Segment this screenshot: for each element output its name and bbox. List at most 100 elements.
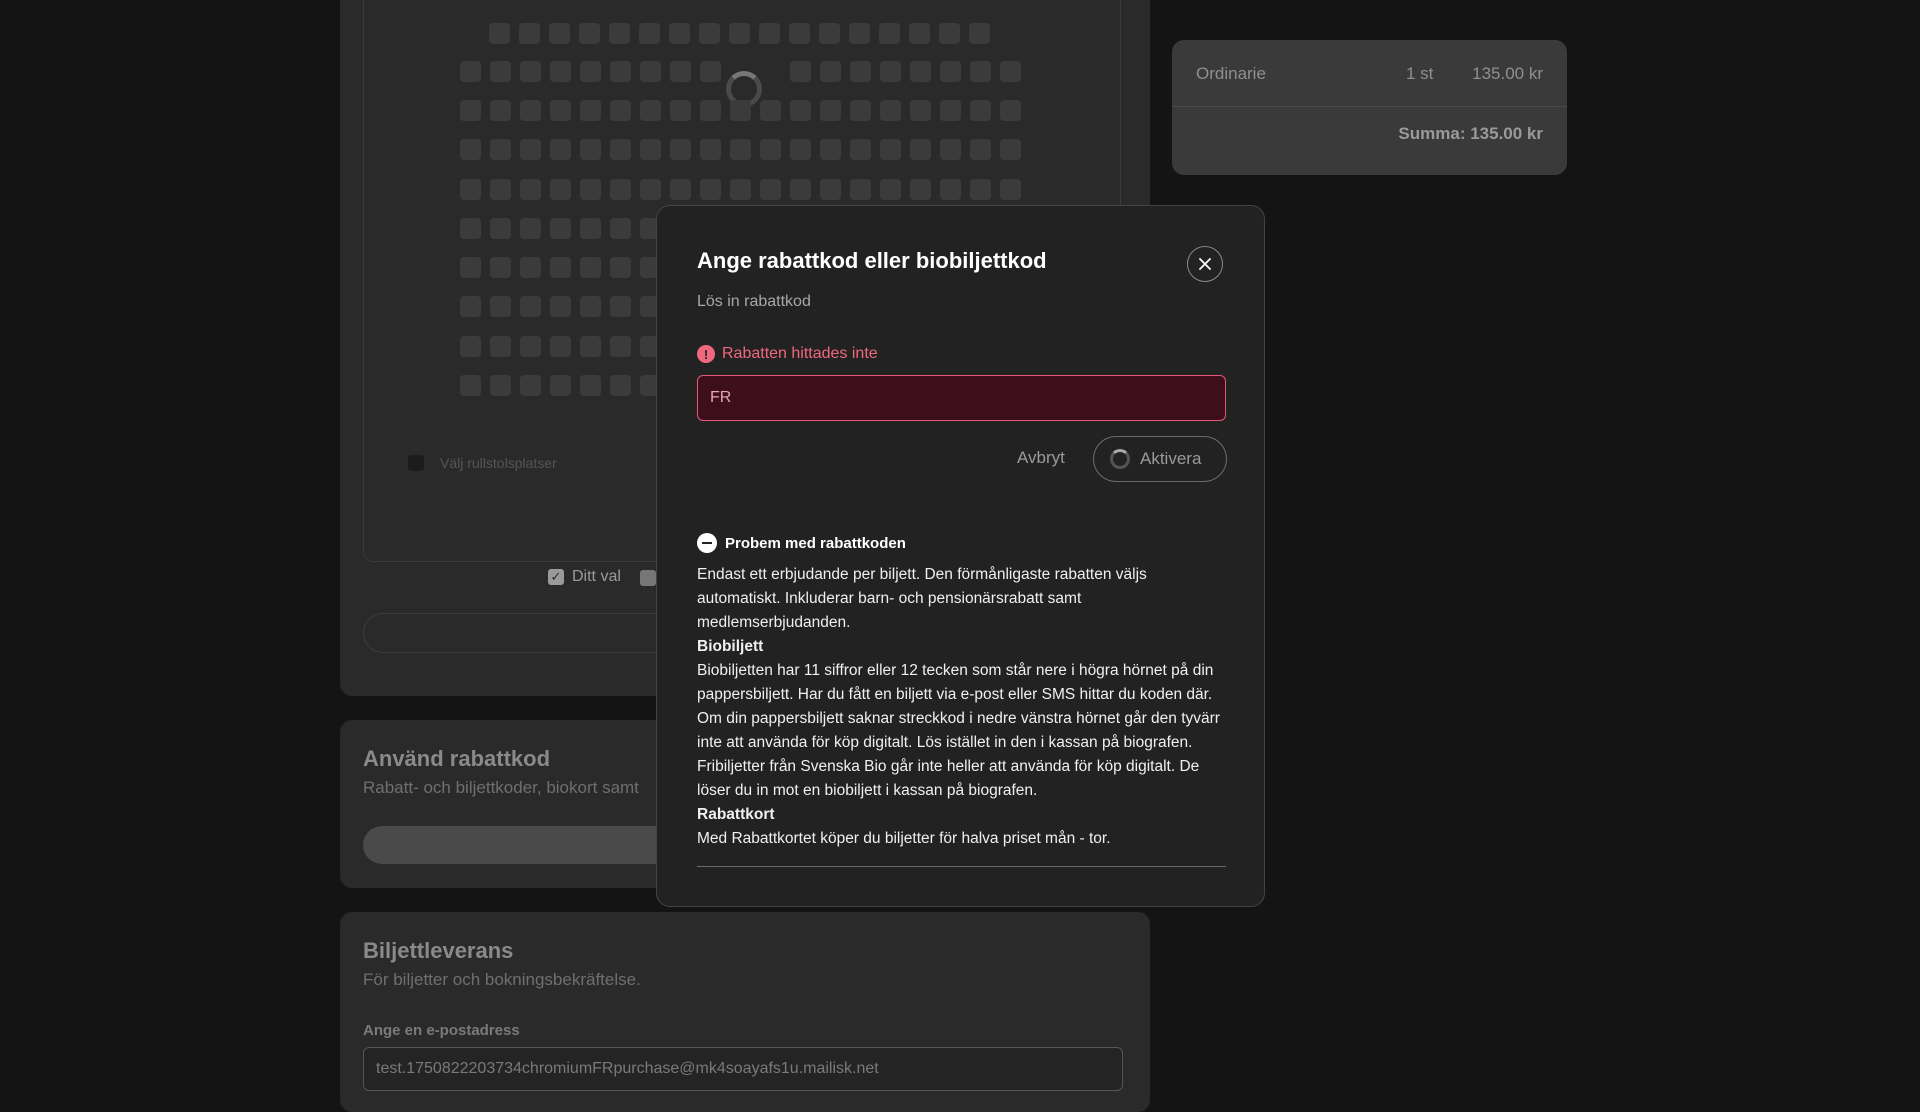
seat[interactable]: [880, 100, 901, 121]
seat[interactable]: [520, 218, 541, 239]
seat[interactable]: [490, 139, 511, 160]
activate-button[interactable]: Aktivera: [1093, 436, 1227, 482]
seat[interactable]: [460, 139, 481, 160]
seat[interactable]: [880, 61, 901, 82]
seat[interactable]: [820, 139, 841, 160]
cancel-button[interactable]: Avbryt: [1017, 446, 1065, 470]
seat[interactable]: [490, 336, 511, 357]
seat[interactable]: [520, 139, 541, 160]
seat[interactable]: [520, 375, 541, 396]
seat[interactable]: [669, 23, 690, 44]
seat[interactable]: [850, 139, 871, 160]
seat[interactable]: [730, 100, 751, 121]
close-button[interactable]: [1187, 246, 1223, 282]
seat[interactable]: [940, 61, 961, 82]
seat[interactable]: [550, 61, 571, 82]
seat[interactable]: [580, 218, 601, 239]
seat[interactable]: [490, 296, 511, 317]
seat[interactable]: [640, 61, 661, 82]
seat[interactable]: [580, 179, 601, 200]
seat[interactable]: [460, 296, 481, 317]
seat[interactable]: [670, 61, 691, 82]
seat[interactable]: [490, 218, 511, 239]
seat[interactable]: [610, 179, 631, 200]
seat[interactable]: [910, 100, 931, 121]
seat[interactable]: [460, 100, 481, 121]
seat[interactable]: [940, 139, 961, 160]
seat[interactable]: [549, 23, 570, 44]
seat[interactable]: [640, 100, 661, 121]
seat[interactable]: [639, 23, 660, 44]
seat[interactable]: [970, 61, 991, 82]
seat[interactable]: [970, 100, 991, 121]
seat[interactable]: [550, 375, 571, 396]
seat[interactable]: [760, 179, 781, 200]
seat[interactable]: [520, 257, 541, 278]
seat[interactable]: [580, 61, 601, 82]
seat[interactable]: [880, 139, 901, 160]
seat[interactable]: [879, 23, 900, 44]
seat[interactable]: [970, 179, 991, 200]
seat[interactable]: [670, 179, 691, 200]
seat[interactable]: [729, 23, 750, 44]
seat[interactable]: [490, 375, 511, 396]
seat[interactable]: [700, 139, 721, 160]
wheelchair-checkbox[interactable]: [408, 455, 424, 471]
seat[interactable]: [820, 100, 841, 121]
seat[interactable]: [670, 100, 691, 121]
seat[interactable]: [819, 23, 840, 44]
seat[interactable]: [760, 139, 781, 160]
info-accordion-toggle[interactable]: Probem med rabattkoden: [697, 533, 906, 553]
seat[interactable]: [790, 61, 811, 82]
seat[interactable]: [850, 179, 871, 200]
seat[interactable]: [610, 139, 631, 160]
seat[interactable]: [520, 100, 541, 121]
seat[interactable]: [820, 61, 841, 82]
seat[interactable]: [520, 296, 541, 317]
seat[interactable]: [580, 336, 601, 357]
seat[interactable]: [699, 23, 720, 44]
seat[interactable]: [520, 61, 541, 82]
seat[interactable]: [550, 139, 571, 160]
seat[interactable]: [550, 257, 571, 278]
seat[interactable]: [490, 179, 511, 200]
seat[interactable]: [520, 179, 541, 200]
seat[interactable]: [490, 61, 511, 82]
seat[interactable]: [939, 23, 960, 44]
seat[interactable]: [550, 218, 571, 239]
discount-code-input[interactable]: [697, 375, 1226, 421]
seat[interactable]: [970, 139, 991, 160]
seat[interactable]: [580, 100, 601, 121]
seat[interactable]: [640, 139, 661, 160]
seat[interactable]: [610, 61, 631, 82]
seat[interactable]: [609, 23, 630, 44]
seat[interactable]: [730, 179, 751, 200]
seat[interactable]: [610, 100, 631, 121]
seat[interactable]: [790, 139, 811, 160]
seat[interactable]: [460, 375, 481, 396]
seat[interactable]: [490, 257, 511, 278]
wheelchair-seats-toggle[interactable]: Välj rullstolsplatser: [388, 441, 688, 485]
seat[interactable]: [1000, 61, 1021, 82]
seat[interactable]: [580, 296, 601, 317]
seat[interactable]: [610, 257, 631, 278]
seat[interactable]: [909, 23, 930, 44]
seat[interactable]: [550, 336, 571, 357]
seat[interactable]: [969, 23, 990, 44]
seat[interactable]: [580, 139, 601, 160]
seat[interactable]: [820, 179, 841, 200]
seat[interactable]: [550, 296, 571, 317]
seat[interactable]: [790, 100, 811, 121]
seat[interactable]: [489, 23, 510, 44]
seat[interactable]: [940, 179, 961, 200]
seat[interactable]: [730, 139, 751, 160]
seat[interactable]: [700, 179, 721, 200]
seat[interactable]: [849, 23, 870, 44]
seat[interactable]: [460, 336, 481, 357]
seat[interactable]: [670, 139, 691, 160]
seat[interactable]: [550, 179, 571, 200]
seat[interactable]: [759, 23, 780, 44]
seat[interactable]: [1000, 139, 1021, 160]
seat[interactable]: [700, 61, 721, 82]
seat[interactable]: [940, 100, 961, 121]
